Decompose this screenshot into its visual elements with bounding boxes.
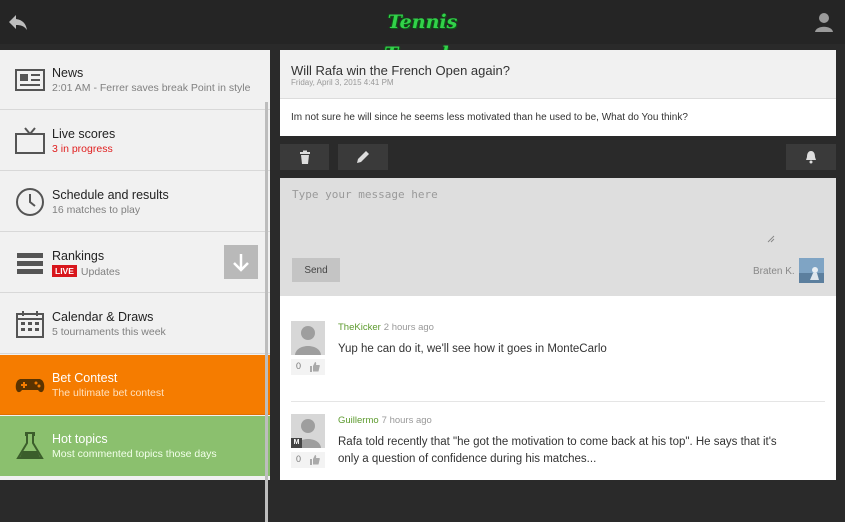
arrow-down-icon — [233, 254, 249, 272]
user-icon — [815, 13, 833, 32]
back-arrow-icon — [9, 15, 27, 30]
avatar[interactable] — [291, 321, 325, 355]
scroll-down-button[interactable] — [224, 245, 258, 279]
sidebar-item-subtitle: The ultimate bet contest — [52, 387, 165, 399]
sidebar-item-news[interactable]: News 2:01 AM - Ferrer saves break Point … — [0, 50, 270, 110]
like-button[interactable]: 0 — [291, 452, 325, 468]
comments-list: TheKicker 2 hours ago Yup he can do it, w… — [280, 296, 836, 480]
compose-box: Send Braten K. — [280, 178, 836, 296]
list-icon — [17, 253, 43, 274]
sidebar-item-schedule[interactable]: Schedule and results 16 matches to play — [0, 172, 270, 232]
post-date: Friday, April 3, 2015 4:41 PM — [291, 78, 394, 87]
comment-time: 7 hours ago — [381, 415, 432, 426]
post-header: Will Rafa win the French Open again? Fri… — [280, 50, 836, 99]
like-count: 0 — [296, 361, 302, 371]
back-button[interactable] — [6, 10, 30, 34]
like-button[interactable]: 0 — [291, 359, 325, 375]
sidebar-menu: News 2:01 AM - Ferrer saves break Point … — [0, 50, 270, 522]
moderator-badge: M — [291, 438, 302, 448]
thumbs-up-icon — [310, 455, 320, 465]
pencil-icon — [357, 151, 369, 163]
comment-text: Rafa told recently that "he got the moti… — [338, 436, 777, 465]
clock-icon — [16, 188, 44, 216]
sidebar-item-title: Live scores — [52, 127, 116, 141]
comment-text: Yup he can do it, we'll see how it goes … — [338, 343, 607, 355]
send-button[interactable]: Send — [292, 258, 340, 282]
app-logo[interactable]: Tennis Temple — [360, 6, 485, 65]
sidebar-scrollbar[interactable] — [265, 102, 268, 522]
comment-username[interactable]: Guillermo — [338, 415, 379, 426]
sidebar-item-subtitle: Most commented topics those days — [52, 448, 217, 460]
top-bar: Tennis Temple — [0, 0, 845, 65]
sidebar-item-subtitle: 3 in progress — [52, 143, 113, 155]
bell-icon — [806, 151, 816, 164]
comment-meta: Guillermo 7 hours ago — [338, 415, 432, 426]
notify-button[interactable] — [786, 144, 836, 170]
gamepad-icon — [15, 379, 45, 393]
sidebar-item-title: Schedule and results — [52, 188, 169, 202]
user-placeholder-icon — [295, 326, 321, 355]
sidebar-item-title: Rankings — [52, 249, 105, 263]
tv-icon — [15, 127, 45, 154]
avatar[interactable]: M — [291, 414, 325, 448]
sidebar-item-calendar[interactable]: Calendar & Draws 5 tournaments this week — [0, 294, 270, 354]
sidebar-item-hot-topics[interactable]: Hot topics Most commented topics those d… — [0, 416, 270, 476]
sidebar-item-subtitle: 16 matches to play — [52, 204, 141, 216]
flask-icon — [16, 432, 44, 459]
resize-handle-icon[interactable] — [767, 235, 775, 243]
live-badge: LIVE — [52, 265, 77, 277]
sidebar-item-title: Bet Contest — [52, 371, 118, 385]
author-photo-icon — [799, 258, 824, 283]
post-body: Im not sure he will since he seems less … — [291, 112, 688, 123]
comment-time: 2 hours ago — [383, 322, 434, 333]
sidebar-item-bet-contest[interactable]: Bet Contest The ultimate bet contest — [0, 355, 270, 415]
calendar-icon — [16, 311, 44, 338]
sidebar-item-title: News — [52, 66, 84, 80]
comment-username[interactable]: TheKicker — [338, 322, 381, 333]
sidebar-item-live-scores[interactable]: Live scores 3 in progress — [0, 111, 270, 171]
edit-button[interactable] — [338, 144, 388, 170]
delete-button[interactable] — [280, 144, 329, 170]
thumbs-up-icon — [310, 362, 320, 372]
message-input[interactable] — [292, 188, 774, 244]
sidebar-item-title: Hot topics — [52, 432, 108, 446]
comment-divider — [291, 401, 825, 402]
sidebar-item-subtitle: 5 tournaments this week — [52, 326, 166, 338]
like-count: 0 — [296, 454, 302, 464]
post-card: Will Rafa win the French Open again? Fri… — [280, 50, 836, 136]
sidebar-item-subtitle: LIVE Updates — [52, 265, 120, 278]
author-avatar — [799, 258, 824, 283]
post-title: Will Rafa win the French Open again? — [291, 63, 510, 78]
author-name: Braten K. — [753, 266, 795, 277]
comment-meta: TheKicker 2 hours ago — [338, 322, 434, 333]
profile-button[interactable] — [813, 11, 835, 33]
sidebar-item-title: Calendar & Draws — [52, 310, 154, 324]
trash-icon — [299, 150, 310, 164]
sidebar-item-subtitle: 2:01 AM - Ferrer saves break Point in st… — [52, 82, 251, 94]
sidebar-item-rankings[interactable]: Rankings LIVE Updates — [0, 233, 270, 293]
sidebar-item-subtitle-text: Updates — [80, 266, 121, 278]
newspaper-icon — [15, 69, 45, 91]
